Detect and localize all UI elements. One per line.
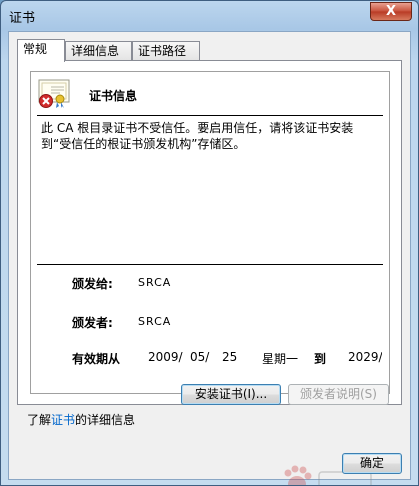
title-bar[interactable]: 证书 X bbox=[1, 1, 418, 29]
learn-more-certificates-link[interactable]: 证书 bbox=[51, 413, 75, 427]
issued-by-value: SRCA bbox=[138, 315, 172, 328]
ok-button[interactable]: 确定 bbox=[342, 453, 402, 474]
learn-more-prefix: 了解 bbox=[27, 413, 52, 427]
window-title: 证书 bbox=[9, 11, 36, 26]
dialog-client-area: 常规 详细信息 证书路径 证书信息 此 CA 根目录证书不受信任。要启用信任，请… bbox=[8, 31, 411, 485]
install-certificate-button[interactable]: 安装证书(I)... bbox=[181, 384, 281, 405]
certificate-window: 证书 X 常规 详细信息 证书路径 证书信息 此 CA 根目录证书不受信任。要启… bbox=[0, 0, 419, 486]
learn-more-text: 了解证书的详细信息 bbox=[27, 411, 135, 428]
heading-divider bbox=[37, 115, 383, 116]
validity-row: 有效期从 2009/ 05/ 25 星期一 到 2029/ 0 bbox=[72, 350, 382, 366]
general-tab-panel: 证书信息 此 CA 根目录证书不受信任。要启用信任，请将该证书安装到“受信任的根… bbox=[17, 60, 402, 405]
learn-more-suffix: 的详细信息 bbox=[75, 413, 136, 427]
issued-to-value: SRCA bbox=[138, 276, 172, 289]
tab-general[interactable]: 常规 bbox=[17, 39, 65, 62]
validity-from-day: 25 bbox=[222, 350, 238, 364]
validity-from-year: 2009/ bbox=[148, 350, 183, 364]
tab-details[interactable]: 详细信息 bbox=[65, 41, 132, 61]
certificate-info-heading: 证书信息 bbox=[89, 89, 138, 103]
tab-certification-path[interactable]: 证书路径 bbox=[132, 41, 200, 61]
trust-warning-message: 此 CA 根目录证书不受信任。要启用信任，请将该证书安装到“受信任的根证书颁发机… bbox=[41, 121, 354, 151]
certificate-info-box: 证书信息 此 CA 根目录证书不受信任。要启用信任，请将该证书安装到“受信任的根… bbox=[30, 71, 390, 394]
issued-to-label: 颁发给: bbox=[72, 277, 113, 291]
validity-to-label: 到 bbox=[314, 352, 327, 366]
issued-by-label: 颁发者: bbox=[72, 316, 113, 330]
issuer-statement-button[interactable]: 颁发者说明(S) bbox=[288, 384, 389, 405]
validity-from-weekday: 星期一 bbox=[262, 352, 299, 366]
certificate-untrusted-icon bbox=[38, 79, 70, 108]
close-button[interactable]: X bbox=[370, 2, 412, 21]
validity-label: 有效期从 bbox=[72, 352, 121, 366]
validity-to-value: 2029/ 0 bbox=[348, 350, 382, 364]
details-divider bbox=[37, 264, 383, 265]
close-icon: X bbox=[385, 4, 397, 19]
validity-from-month: 05/ bbox=[190, 350, 210, 364]
